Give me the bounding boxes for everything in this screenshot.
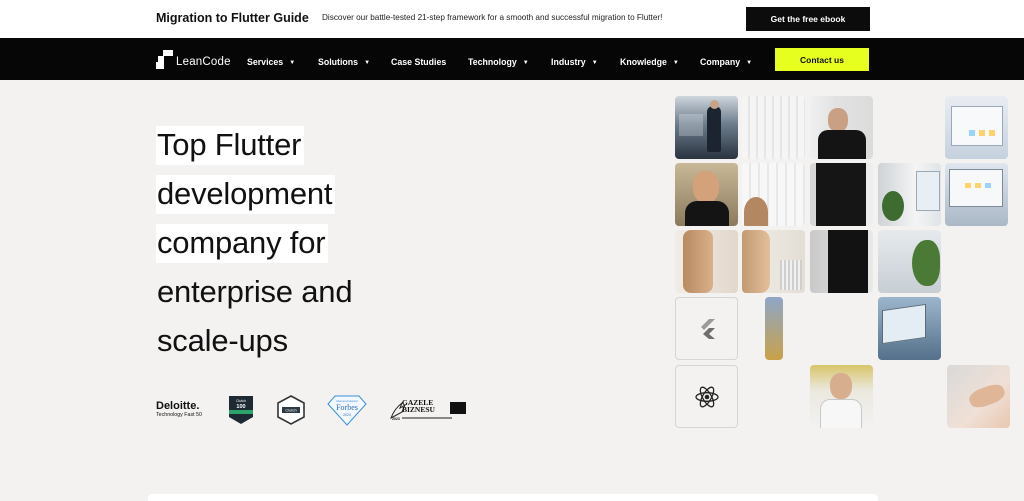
flutter-icon — [700, 318, 715, 339]
photo-hand — [947, 365, 1010, 428]
nav-technology[interactable]: Technology ▼ — [468, 57, 529, 67]
bottom-card — [148, 494, 878, 501]
chevron-down-icon: ▼ — [364, 60, 371, 66]
contact-us-button[interactable]: Contact us — [775, 48, 869, 71]
hero-line: scale-ups — [157, 323, 288, 358]
hero-line: development — [156, 175, 336, 214]
chevron-down-icon: ▼ — [746, 60, 753, 66]
react-tile — [675, 365, 738, 428]
photo-woman-radiator — [742, 230, 805, 293]
nav-services[interactable]: Services ▼ — [247, 57, 295, 67]
chevron-down-icon: ▼ — [672, 60, 679, 66]
forbes-diamond-icon: Diamond Award Forbes 2024 — [327, 395, 367, 426]
clutch-badge: Clutch — [276, 395, 306, 430]
chevron-down-icon: ▼ — [591, 60, 598, 66]
chevron-down-icon: ▼ — [289, 60, 296, 66]
hero-line: enterprise and — [157, 274, 353, 309]
photo-long-hair — [675, 230, 738, 293]
svg-text:100: 100 — [236, 404, 245, 410]
promo-text: Discover our battle-tested 21-step frame… — [322, 13, 663, 22]
photo-plant — [878, 230, 941, 293]
hero-line: Top Flutter — [156, 126, 305, 165]
svg-text:Forbes: Forbes — [336, 403, 358, 412]
main-nav: LeanCode Services ▼ Solutions ▼ Case Studi… — [0, 38, 1024, 80]
logo-text: LeanCode — [176, 56, 231, 68]
photo-screen-board — [945, 96, 1008, 159]
hero-heading: Top Flutter development company for ente… — [156, 126, 456, 371]
photo-laptop-screen — [878, 297, 941, 360]
photo-woman-hair — [742, 163, 805, 226]
promo-bar: Migration to Flutter Guide Discover our … — [0, 0, 1024, 38]
photo-man-standing — [810, 163, 873, 226]
gazele-biznesu-icon: GAZELE BIZNESU 2023 — [390, 398, 466, 421]
photo-speaker-stage — [675, 96, 738, 159]
gazele-biznesu-badge: GAZELE BIZNESU 2023 — [388, 396, 468, 429]
photo-whiteboard-screen — [945, 163, 1008, 226]
photo-woman-smiling — [675, 163, 738, 226]
deloitte-badge: Deloitte. Technology Fast 50 — [156, 400, 202, 418]
react-icon — [694, 386, 719, 407]
leancode-logo[interactable]: LeanCode — [156, 50, 231, 69]
chevron-down-icon: ▼ — [522, 60, 529, 66]
clutch-100-badge: Clutch 100 — [228, 395, 254, 430]
photo-man-profile — [810, 96, 873, 159]
nav-knowledge[interactable]: Knowledge ▼ — [620, 57, 679, 67]
nav-case-studies[interactable]: Case Studies — [391, 57, 446, 67]
nav-solutions[interactable]: Solutions ▼ — [318, 57, 370, 67]
nav-industry[interactable]: Industry ▼ — [551, 57, 598, 67]
svg-text:Clutch: Clutch — [285, 408, 296, 413]
photo-man-portrait — [810, 365, 873, 428]
hero-line: company for — [156, 224, 329, 263]
photo-plant-screen — [878, 163, 941, 226]
svg-text:BIZNESU: BIZNESU — [402, 405, 436, 414]
leancode-logo-icon — [156, 50, 173, 69]
nav-company[interactable]: Company ▼ — [700, 57, 752, 67]
photo-man-legs — [810, 230, 873, 293]
promo-title[interactable]: Migration to Flutter Guide — [156, 11, 309, 25]
photo-narrow-strip — [765, 297, 783, 360]
free-ebook-button[interactable]: Get the free ebook — [746, 7, 870, 31]
forbes-diamond-badge: Diamond Award Forbes 2024 — [327, 394, 367, 431]
flutter-tile — [675, 297, 738, 360]
photo-curtains — [742, 96, 805, 159]
svg-text:2023: 2023 — [392, 417, 400, 421]
clutch-hex-icon: Clutch — [277, 395, 305, 425]
svg-text:2024: 2024 — [343, 413, 351, 417]
svg-text:Clutch: Clutch — [236, 399, 246, 403]
clutch-100-icon: Clutch 100 — [229, 396, 253, 424]
